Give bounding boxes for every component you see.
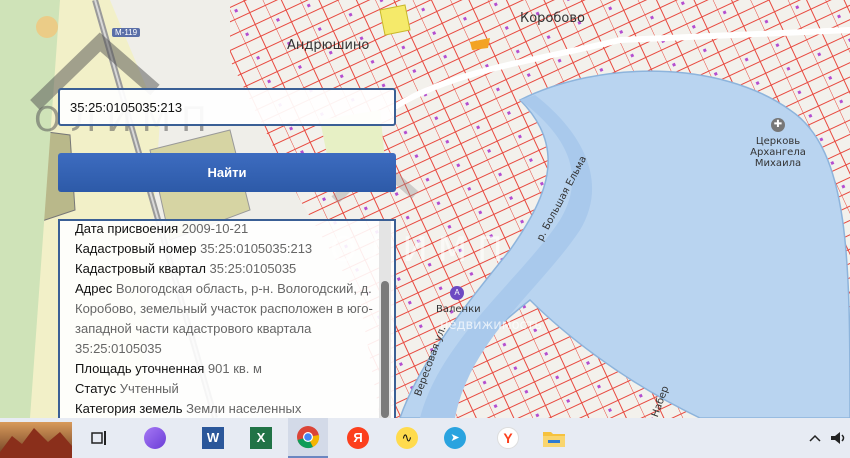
place-label-korobovo: Коробово [520, 11, 585, 26]
yellow-building [379, 4, 411, 36]
church-icon[interactable]: ✚ [771, 118, 785, 132]
place-label-andryushino: Андрюшино [287, 38, 370, 53]
watermark-sub: недвижимость [440, 318, 542, 333]
widgets-thumbnail[interactable] [0, 422, 72, 458]
parcel-info-content: Дата присвоения 2009-10-21 Кадастровый н… [75, 221, 375, 418]
info-scrollbar[interactable] [379, 221, 391, 418]
file-explorer-icon[interactable] [540, 424, 568, 452]
yandex-browser-icon[interactable]: Я [344, 424, 372, 452]
info-row-quarter: Кадастровый квартал 35:25:0105035 [75, 261, 297, 276]
alice-assistant-icon[interactable] [141, 424, 169, 452]
info-row-land-category: Категория земель Земли населенных [75, 401, 302, 416]
task-view-icon[interactable] [86, 424, 114, 452]
info-row-area: Площадь уточненная 901 кв. м [75, 361, 262, 376]
yandex-music-icon[interactable]: ∿ [393, 424, 421, 452]
cadastral-search-input[interactable] [58, 88, 396, 126]
speaker-icon[interactable] [824, 424, 850, 452]
poi-marker-icon[interactable]: A [450, 286, 464, 300]
place-label-valenki: Валенки [436, 304, 481, 315]
excel-icon[interactable]: X [247, 424, 275, 452]
info-row-date: Дата присвоения 2009-10-21 [75, 221, 249, 236]
chrome-icon[interactable] [288, 418, 328, 458]
telegram-icon[interactable]: ➤ [441, 424, 469, 452]
word-icon[interactable]: W [199, 424, 227, 452]
taskbar: W X Я ∿ ➤ Y [0, 418, 850, 458]
info-row-address: Адрес Вологодская область, р-н. Вологодс… [75, 281, 373, 356]
parcel-info-panel[interactable]: Дата присвоения 2009-10-21 Кадастровый н… [58, 219, 396, 418]
info-row-cadastral-number: Кадастровый номер 35:25:0105035:213 [75, 241, 313, 256]
yandex-icon[interactable]: Y [494, 424, 522, 452]
scroll-thumb[interactable] [381, 281, 389, 418]
search-button[interactable]: Найти [58, 153, 396, 192]
info-row-status: Статус Учтенный [75, 381, 179, 396]
place-label-church: Церковь Архангела Михаила [750, 136, 806, 169]
